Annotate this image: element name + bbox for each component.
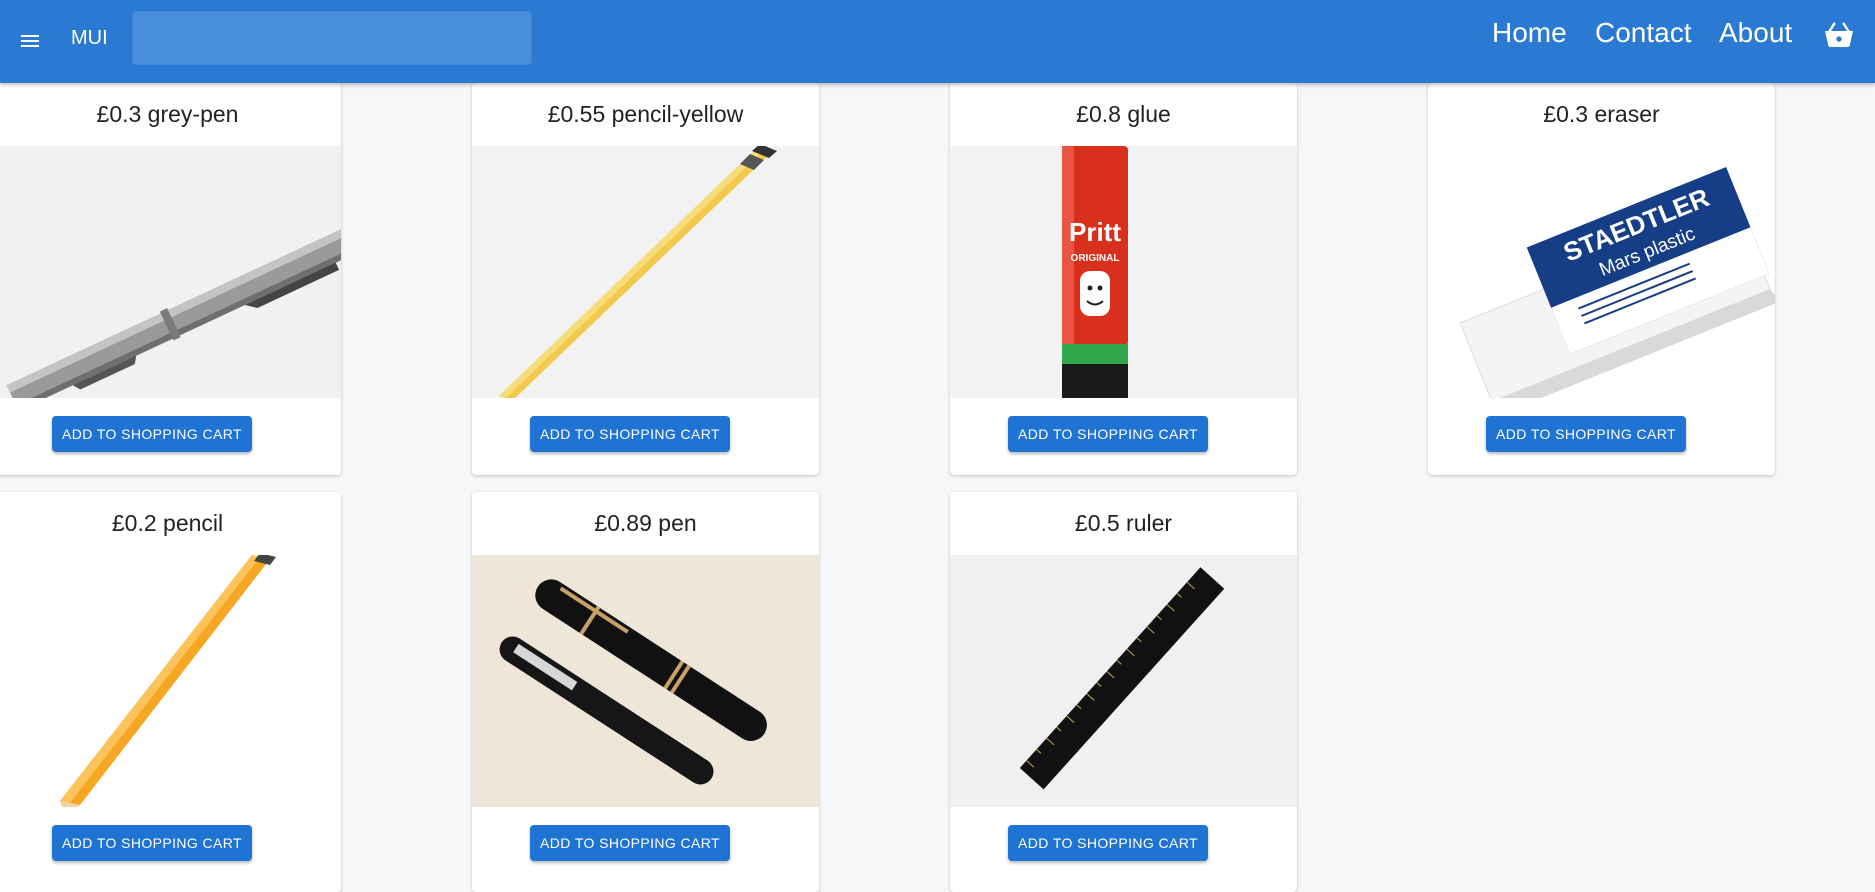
product-card: £0.2 pencil ADD TO SHOPPING CART — [0, 492, 341, 892]
product-card: £0.5 ruler ADD TO SHOPPING CART — [950, 492, 1297, 892]
search-input[interactable] — [132, 11, 532, 65]
product-card: £0.8 glue Pritt ORIGINAL ADD TO SHOPPING… — [950, 83, 1297, 475]
product-title: £0.2 pencil — [111, 510, 224, 536]
product-image — [0, 146, 341, 398]
product-title: £0.8 glue — [1076, 101, 1171, 127]
product-title: £0.3 grey-pen — [96, 101, 239, 127]
hamburger-menu-icon[interactable] — [18, 29, 42, 53]
add-to-cart-button[interactable]: ADD TO SHOPPING CART — [1008, 416, 1208, 452]
product-image — [472, 146, 819, 398]
product-card: £0.89 pen ADD TO SHOPPING CART — [472, 492, 819, 892]
glue-brand-label: Pritt — [1069, 217, 1121, 247]
product-image — [472, 555, 819, 807]
product-image: STAEDTLER Mars plastic — [1428, 146, 1775, 398]
add-to-cart-button[interactable]: ADD TO SHOPPING CART — [530, 825, 730, 861]
glue-sub-label: ORIGINAL — [1071, 253, 1120, 264]
product-title: £0.5 ruler — [1074, 510, 1173, 536]
add-to-cart-button[interactable]: ADD TO SHOPPING CART — [1008, 825, 1208, 861]
app-bar: MUI Home Contact About — [0, 0, 1875, 83]
product-title: £0.89 pen — [594, 510, 697, 536]
add-to-cart-button[interactable]: ADD TO SHOPPING CART — [52, 825, 252, 861]
shopping-basket-icon[interactable] — [1823, 19, 1855, 51]
add-to-cart-button[interactable]: ADD TO SHOPPING CART — [52, 416, 252, 452]
nav-home-link[interactable]: Home — [1492, 14, 1567, 52]
product-card: £0.3 grey-pen ADD TO SHOPPING CART — [0, 83, 341, 475]
product-image: Pritt ORIGINAL — [950, 146, 1297, 398]
product-card: £0.55 pencil-yellow ADD TO SHOPPING CART — [472, 83, 819, 475]
nav-about-link[interactable]: About — [1719, 14, 1792, 52]
brand-logo: MUI — [71, 27, 108, 49]
product-title: £0.3 eraser — [1543, 101, 1660, 127]
product-image — [950, 555, 1297, 807]
product-title: £0.55 pencil-yellow — [547, 101, 744, 127]
add-to-cart-button[interactable]: ADD TO SHOPPING CART — [1486, 416, 1686, 452]
add-to-cart-button[interactable]: ADD TO SHOPPING CART — [530, 416, 730, 452]
product-image — [0, 555, 341, 807]
nav-contact-link[interactable]: Contact — [1595, 14, 1692, 52]
product-card: £0.3 eraser STAEDTLER Mars plastic ADD T… — [1428, 83, 1775, 475]
